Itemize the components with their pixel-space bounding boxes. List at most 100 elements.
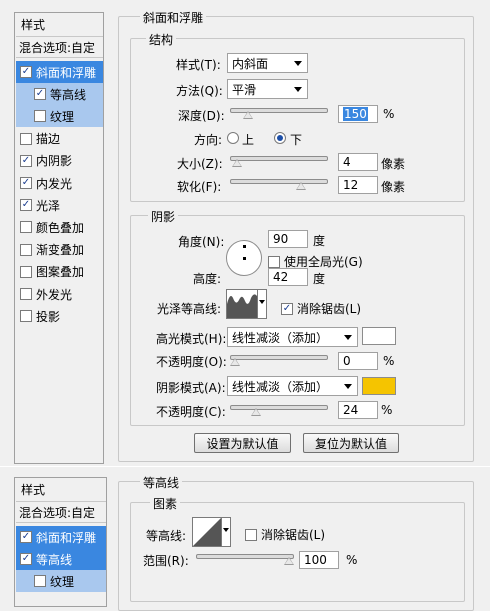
global-light-checkbox[interactable] — [268, 255, 280, 268]
soften-slider-thumb[interactable] — [296, 182, 306, 190]
contour-curve-icon — [227, 294, 257, 318]
highlight-mode-select[interactable]: 线性减淡（添加） — [227, 327, 358, 347]
style-select[interactable]: 内斜面 — [227, 53, 308, 73]
chevron-down-icon — [344, 384, 352, 389]
range-input[interactable]: 100 — [299, 551, 339, 569]
technique-select-value: 平滑 — [232, 82, 257, 97]
blending-options-item-2[interactable]: 混合选项:自定 — [16, 501, 106, 523]
highlight-mode-label: 高光模式(H): — [156, 332, 227, 346]
angle-input[interactable]: 90 — [268, 230, 308, 248]
contour-dropdown[interactable] — [222, 517, 231, 547]
altitude-input[interactable]: 42 — [268, 268, 308, 286]
style-item-label: 描边 — [36, 132, 61, 147]
contour-preview[interactable] — [192, 517, 222, 547]
styles-title-2: 样式 — [21, 483, 46, 497]
soften-input[interactable]: 12 — [338, 176, 378, 194]
style-item-checkbox[interactable] — [20, 288, 32, 300]
style-item[interactable]: 纹理 — [16, 570, 106, 593]
shadow-mode-value: 线性减淡（添加） — [232, 379, 329, 394]
direction-down-radio[interactable] — [274, 132, 286, 144]
antialias-checkbox[interactable]: ✓ — [281, 302, 293, 315]
range-unit: % — [346, 553, 358, 567]
highlight-color-swatch[interactable] — [362, 327, 396, 345]
blending-options-item[interactable]: 混合选项:自定 — [16, 36, 103, 58]
style-item-checkbox[interactable] — [34, 110, 46, 123]
highlight-opacity-slider-thumb[interactable] — [230, 358, 240, 366]
soften-unit: 像素 — [381, 180, 406, 194]
shadow-mode-select[interactable]: 线性减淡（添加） — [227, 376, 358, 396]
elements-title: 图素 — [150, 495, 181, 512]
contour-antialias-checkbox[interactable] — [245, 528, 257, 541]
style-item-checkbox[interactable] — [20, 265, 32, 278]
style-item-label: 外发光 — [36, 287, 73, 302]
chevron-down-icon — [344, 335, 352, 340]
depth-slider-thumb[interactable] — [243, 111, 254, 119]
make-default-button[interactable]: 设置为默认值 — [194, 433, 291, 453]
style-item[interactable]: ✓ 等高线 — [16, 83, 103, 106]
shadow-opacity-label: 不透明度(C): — [156, 405, 226, 419]
style-item-label: 投影 — [36, 309, 61, 324]
style-item[interactable]: ✓ 光泽 — [16, 194, 103, 216]
style-item[interactable]: ✓ 等高线 — [16, 548, 106, 571]
style-item-label: 渐变叠加 — [36, 243, 85, 258]
technique-select[interactable]: 平滑 — [227, 79, 308, 99]
style-item-checkbox[interactable] — [20, 221, 32, 234]
highlight-opacity-slider[interactable] — [230, 355, 328, 360]
style-item-checkbox[interactable] — [20, 310, 32, 323]
angle-dial-center — [243, 257, 246, 260]
soften-value: 12 — [343, 178, 359, 192]
shading-title: 阴影 — [148, 208, 179, 225]
style-item[interactable]: 投影 — [16, 305, 103, 327]
style-item[interactable]: ✓ 内阴影 — [16, 150, 103, 172]
style-item-checkbox[interactable] — [20, 132, 32, 145]
depth-input[interactable]: 150 — [338, 105, 378, 123]
style-item-checkbox[interactable]: ✓ — [20, 553, 32, 566]
shadow-opacity-slider-thumb[interactable] — [251, 408, 262, 416]
size-slider-thumb[interactable] — [231, 159, 242, 167]
shadow-color-swatch[interactable] — [362, 377, 396, 395]
direction-label: 方向: — [194, 133, 223, 147]
style-item-label: 图案叠加 — [36, 265, 85, 280]
style-item[interactable]: ✓ 斜面和浮雕 — [16, 61, 103, 83]
style-item-checkbox[interactable]: ✓ — [20, 154, 32, 167]
style-item[interactable]: 图案叠加 — [16, 261, 103, 283]
structure-title: 结构 — [146, 31, 177, 48]
angle-label: 角度(N): — [178, 235, 225, 249]
style-item-checkbox[interactable]: ✓ — [20, 531, 32, 543]
reset-default-button[interactable]: 复位为默认值 — [303, 433, 399, 453]
gloss-contour-preview[interactable] — [226, 289, 258, 319]
depth-value: 150 — [343, 107, 368, 121]
style-item-checkbox[interactable] — [20, 243, 32, 256]
style-item-checkbox[interactable]: ✓ — [20, 66, 32, 78]
style-item[interactable]: 纹理 — [16, 105, 103, 128]
style-item[interactable]: ✓ 斜面和浮雕 — [16, 526, 106, 548]
style-item-checkbox[interactable] — [34, 575, 46, 588]
highlight-opacity-input[interactable]: 0 — [338, 352, 378, 370]
style-item[interactable]: ✓ 内发光 — [16, 172, 103, 194]
technique-label: 方法(Q): — [176, 84, 223, 98]
style-item-checkbox[interactable]: ✓ — [20, 177, 32, 189]
shadow-opacity-slider[interactable] — [230, 405, 328, 410]
style-item-checkbox[interactable]: ✓ — [34, 88, 46, 101]
contour-antialias-row[interactable]: 消除锯齿(L) — [245, 526, 325, 543]
contour-antialias-label: 消除锯齿(L) — [261, 528, 326, 542]
angle-dial[interactable] — [226, 240, 262, 276]
section-divider — [0, 466, 490, 467]
style-item[interactable]: 颜色叠加 — [16, 216, 103, 238]
range-value: 100 — [304, 553, 327, 567]
style-item-checkbox[interactable]: ✓ — [20, 199, 32, 212]
size-slider[interactable] — [230, 156, 328, 161]
soften-slider[interactable] — [230, 179, 328, 184]
style-item[interactable]: 描边 — [16, 128, 103, 150]
gloss-contour-dropdown[interactable] — [258, 289, 267, 319]
size-input[interactable]: 4 — [338, 153, 378, 171]
style-item[interactable]: 渐变叠加 — [16, 239, 103, 261]
direction-up-radio[interactable] — [227, 132, 239, 144]
range-slider[interactable] — [196, 554, 294, 559]
antialias-row[interactable]: ✓ 消除锯齿(L) — [281, 300, 361, 317]
size-unit: 像素 — [381, 157, 406, 171]
range-slider-thumb[interactable] — [284, 557, 294, 565]
shadow-opacity-input[interactable]: 24 — [338, 401, 378, 419]
style-item[interactable]: 外发光 — [16, 283, 103, 305]
style-item-label: 光泽 — [36, 198, 61, 213]
